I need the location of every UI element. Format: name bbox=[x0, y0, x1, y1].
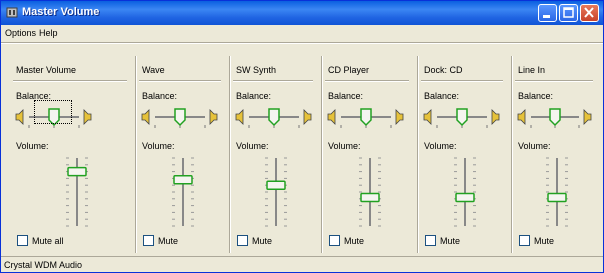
column-divider-highlight bbox=[230, 56, 231, 253]
balance-thumb[interactable] bbox=[174, 108, 186, 127]
column-divider-highlight bbox=[418, 56, 419, 253]
column-title: Wave bbox=[142, 65, 165, 75]
left-speaker-icon bbox=[327, 109, 336, 125]
mixer-column: CD Player Balance: Volume: Mute bbox=[325, 56, 415, 253]
balance-slider[interactable] bbox=[325, 104, 407, 130]
left-speaker-icon bbox=[423, 109, 432, 125]
mute-label: Mute bbox=[252, 236, 273, 246]
balance-slider[interactable] bbox=[233, 104, 315, 130]
volume-slider[interactable] bbox=[163, 154, 203, 230]
close-icon bbox=[584, 7, 594, 18]
balance-label: Balance: bbox=[424, 91, 460, 101]
checkbox-box[interactable] bbox=[425, 235, 436, 246]
right-speaker-icon bbox=[491, 109, 500, 125]
volume-label: Volume: bbox=[142, 141, 175, 151]
volume-label: Volume: bbox=[328, 141, 361, 151]
balance-label: Balance: bbox=[328, 91, 364, 101]
column-divider-highlight bbox=[322, 56, 323, 253]
balance-thumb[interactable] bbox=[549, 108, 561, 127]
balance-thumb[interactable] bbox=[268, 108, 280, 127]
mixer-column: Wave Balance: Volume: Mute bbox=[139, 56, 227, 253]
status-device-name: Crystal WDM Audio bbox=[4, 260, 83, 270]
balance-thumb[interactable] bbox=[456, 108, 468, 127]
mixer-column: SW Synth Balance: Volume: Mute bbox=[233, 56, 319, 253]
master-volume-window: Master Volume Options Help Master Volume… bbox=[0, 0, 604, 273]
status-bar: Crystal WDM Audio bbox=[1, 257, 603, 273]
column-divider-highlight bbox=[512, 56, 513, 253]
window-title: Master Volume bbox=[22, 6, 100, 18]
column-title-rule-highlight bbox=[325, 81, 409, 82]
left-speaker-icon bbox=[517, 109, 526, 125]
maximize-icon bbox=[563, 7, 574, 18]
volume-label: Volume: bbox=[16, 141, 49, 151]
mixer-column: Line In Balance: Volume: Mute bbox=[515, 56, 599, 253]
column-divider-highlight bbox=[136, 56, 137, 253]
volume-label: Volume: bbox=[236, 141, 269, 151]
mixer-column: Master Volume Balance: Volume: Mute all bbox=[13, 56, 133, 253]
volume-thumb[interactable] bbox=[360, 192, 380, 203]
column-title-rule-highlight bbox=[421, 81, 503, 82]
column-title: Line In bbox=[518, 65, 546, 75]
volume-thumb[interactable] bbox=[173, 175, 193, 185]
balance-label: Balance: bbox=[518, 91, 554, 101]
menu-options[interactable]: Options bbox=[5, 28, 36, 38]
menu-help[interactable]: Help bbox=[39, 28, 58, 38]
column-title-rule-highlight bbox=[13, 81, 127, 82]
volume-slider[interactable] bbox=[445, 154, 485, 230]
left-speaker-icon bbox=[141, 109, 150, 125]
right-speaker-icon bbox=[583, 109, 592, 125]
right-speaker-icon bbox=[395, 109, 404, 125]
mute-label: Mute bbox=[344, 236, 365, 246]
volume-thumb[interactable] bbox=[547, 192, 567, 203]
balance-slider[interactable] bbox=[515, 104, 595, 130]
volume-slider[interactable] bbox=[537, 154, 577, 230]
title-bar[interactable]: Master Volume bbox=[1, 1, 603, 25]
mixer-column: Dock: CD Balance: Volume: Mute bbox=[421, 56, 509, 253]
volume-label: Volume: bbox=[424, 141, 457, 151]
mute-label: Mute bbox=[440, 236, 461, 246]
checkbox-box[interactable] bbox=[329, 235, 340, 246]
volume-slider[interactable] bbox=[256, 154, 296, 230]
left-speaker-icon bbox=[235, 109, 244, 125]
volume-slider[interactable] bbox=[350, 154, 390, 230]
mute-label: Mute bbox=[534, 236, 555, 246]
column-title-rule-highlight bbox=[139, 81, 221, 82]
checkbox-box[interactable] bbox=[237, 235, 248, 246]
checkbox-box[interactable] bbox=[143, 235, 154, 246]
balance-label: Balance: bbox=[236, 91, 272, 101]
close-button[interactable] bbox=[580, 4, 599, 22]
balance-label: Balance: bbox=[142, 91, 178, 101]
balance-slider[interactable] bbox=[421, 104, 503, 130]
left-speaker-icon bbox=[15, 109, 24, 125]
speaker-icon bbox=[6, 7, 18, 18]
checkbox-box[interactable] bbox=[519, 235, 530, 246]
mute-label: Mute bbox=[158, 236, 179, 246]
minimize-button[interactable] bbox=[538, 4, 557, 22]
volume-slider[interactable] bbox=[57, 154, 97, 230]
checkbox-box[interactable] bbox=[17, 235, 28, 246]
maximize-button[interactable] bbox=[559, 4, 578, 22]
volume-thumb[interactable] bbox=[455, 192, 475, 203]
menu-bar: Options Help bbox=[1, 25, 603, 42]
balance-thumb[interactable] bbox=[360, 108, 372, 127]
column-title: Master Volume bbox=[16, 65, 77, 75]
focus-rectangle bbox=[34, 100, 72, 124]
column-title-rule-highlight bbox=[233, 81, 313, 82]
volume-thumb[interactable] bbox=[67, 166, 87, 177]
right-speaker-icon bbox=[209, 109, 218, 125]
right-speaker-icon bbox=[83, 109, 92, 125]
column-title-rule-highlight bbox=[515, 81, 593, 82]
balance-slider[interactable] bbox=[139, 104, 221, 130]
mute-label: Mute all bbox=[32, 236, 64, 246]
volume-label: Volume: bbox=[518, 141, 551, 151]
volume-thumb[interactable] bbox=[266, 180, 286, 190]
right-speaker-icon bbox=[303, 109, 312, 125]
minimize-icon bbox=[543, 15, 550, 18]
column-title: SW Synth bbox=[236, 65, 277, 75]
column-title: Dock: CD bbox=[424, 65, 463, 75]
menu-separator-highlight bbox=[1, 43, 603, 44]
column-title: CD Player bbox=[328, 65, 370, 75]
